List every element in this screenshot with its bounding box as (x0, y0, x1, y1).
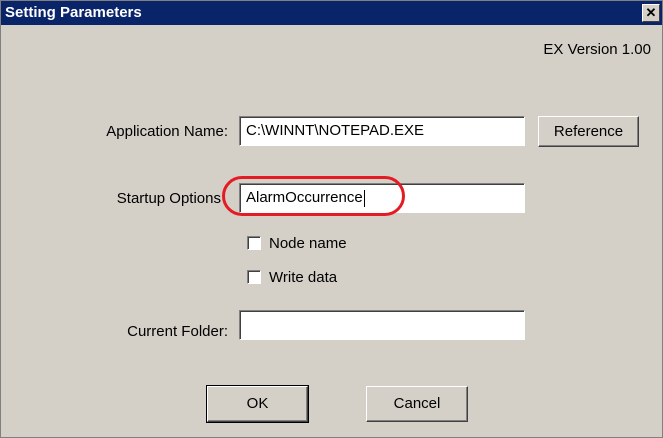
text-caret (363, 189, 365, 207)
node-name-label: Node name (269, 234, 347, 252)
node-name-checkbox-row[interactable]: Node name (247, 233, 347, 253)
current-folder-input[interactable] (239, 310, 525, 340)
ok-button[interactable]: OK (206, 385, 309, 423)
write-data-label: Write data (269, 268, 338, 286)
startup-options-label: Startup Options (116, 190, 221, 207)
write-data-checkbox[interactable] (247, 270, 261, 284)
cancel-button[interactable]: Cancel (366, 386, 468, 422)
reference-button[interactable]: Reference (538, 116, 639, 147)
node-name-checkbox[interactable] (247, 236, 261, 250)
write-data-checkbox-row[interactable]: Write data (247, 267, 337, 287)
application-name-value: C:\WINNT\NOTEPAD.EXE (246, 122, 425, 139)
current-folder-label: Current Folder: (127, 323, 228, 340)
close-button[interactable]: ✕ (642, 4, 660, 22)
close-icon: ✕ (645, 5, 657, 20)
setting-parameters-dialog: Setting Parameters ✕ EX Version 1.00 App… (0, 0, 663, 438)
title-bar[interactable]: Setting Parameters ✕ (1, 1, 662, 25)
startup-options-value: AlarmOccurrence (246, 189, 363, 206)
window-title: Setting Parameters (5, 4, 142, 21)
version-label: EX Version 1.00 (543, 41, 651, 58)
application-name-input[interactable]: C:\WINNT\NOTEPAD.EXE (239, 116, 525, 146)
startup-options-input[interactable]: AlarmOccurrence (239, 183, 525, 213)
application-name-label: Application Name: (106, 123, 228, 140)
